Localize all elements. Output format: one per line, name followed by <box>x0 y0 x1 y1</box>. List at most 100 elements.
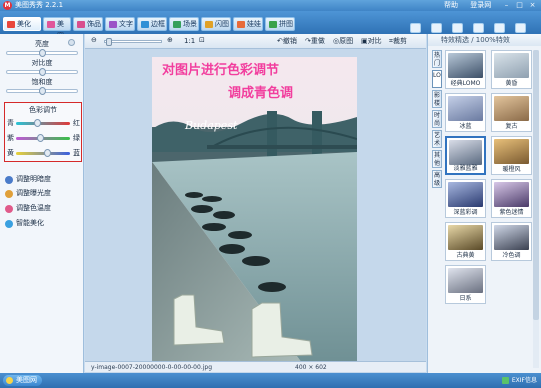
photo-canvas[interactable]: 对图片进行色彩调节 调成青色调 Budapest <box>152 57 357 363</box>
tab-lomo[interactable]: LOMO <box>432 70 442 88</box>
effect-thumb[interactable]: 冷色调 <box>491 222 532 261</box>
slider-thumb[interactable] <box>39 87 46 95</box>
title-bar: M 美图秀秀 2.2.1 帮助 登录网 – □ × <box>0 0 541 11</box>
fit-window-icon[interactable]: ⊡ <box>199 36 205 45</box>
undo-button[interactable]: ↶撤销 <box>277 37 297 46</box>
effect-preview <box>448 96 483 121</box>
maximize-button[interactable]: □ <box>514 1 525 10</box>
magenta-green-slider: 紫 绿 <box>7 134 80 144</box>
exif-label: EXIF信息 <box>511 377 537 384</box>
slider-track[interactable] <box>6 87 78 95</box>
preview-icon <box>473 23 484 33</box>
effect-name: 冷色调 <box>502 252 521 259</box>
slider-thumb[interactable] <box>37 134 44 142</box>
effect-thumb[interactable]: 紫色迷情 <box>491 179 532 218</box>
minimize-button[interactable]: – <box>501 1 512 10</box>
effect-thumb[interactable]: 暖橙风 <box>491 136 532 175</box>
effect-item-exposure[interactable]: 调整曝光度 <box>5 189 51 198</box>
effect-thumb[interactable]: 古典黄 <box>445 222 486 261</box>
effect-label: 调整色温度 <box>16 204 51 212</box>
yellow-blue-slider: 黄 蓝 <box>7 149 80 159</box>
effect-name: 暖橙风 <box>502 166 521 173</box>
zoom-in-icon[interactable]: ⊕ <box>167 36 173 45</box>
image-overlay-line2: 调成青色调 <box>228 85 293 101</box>
compare-label: 对比 <box>367 37 382 45</box>
tab-label: 拼图 <box>279 20 293 28</box>
slider-thumb[interactable] <box>44 149 51 157</box>
brightness-slider: 亮度 <box>6 39 78 57</box>
redo-button[interactable]: ↷重做 <box>305 37 325 46</box>
zoom-actual-size[interactable]: 1:1 <box>184 37 195 46</box>
effect-preview <box>448 225 483 250</box>
effects-scrollbar[interactable] <box>533 50 539 368</box>
crop-button[interactable]: ⌗裁剪 <box>389 37 407 46</box>
canvas-area: ⊖ ⊕ 1:1 ⊡ ↶撤销 ↷重做 ◎原图 ▣对比 ⌗裁剪 对图片进行色彩调节 … <box>85 34 426 373</box>
tab-art[interactable]: 艺术 <box>432 130 442 148</box>
slider-track[interactable] <box>6 68 78 76</box>
effect-thumb[interactable]: 日系 <box>445 265 486 304</box>
red-label: 红 <box>73 119 80 127</box>
effect-item-temperature[interactable]: 调整色温度 <box>5 204 51 213</box>
effect-thumb[interactable]: 冰蓝 <box>445 93 486 132</box>
crop-label: 裁剪 <box>392 37 407 45</box>
tab-beautify[interactable]: 美化 <box>3 17 41 31</box>
login-link[interactable]: 登录网 <box>470 1 491 9</box>
slider-track[interactable] <box>16 134 70 142</box>
tab-studio[interactable]: 影楼 <box>432 90 442 108</box>
tab-advanced[interactable]: 高级 <box>432 170 442 188</box>
close-button[interactable]: × <box>527 1 538 10</box>
effect-preview <box>448 182 483 207</box>
tab-flash[interactable]: 闪图 <box>201 17 231 31</box>
tab-collage[interactable]: 拼图 <box>265 17 295 31</box>
tab-text[interactable]: 文字 <box>105 17 135 31</box>
collage-icon <box>269 21 277 28</box>
tab-fashion[interactable]: 时尚 <box>432 110 442 128</box>
tab-accessories[interactable]: 饰品 <box>73 17 103 31</box>
zoom-thumb[interactable] <box>106 38 112 46</box>
slider-thumb[interactable] <box>34 119 41 127</box>
magenta-label: 紫 <box>7 134 14 142</box>
brightness-icon <box>5 176 13 184</box>
effect-item-smart[interactable]: 智能美化 <box>5 219 44 228</box>
effects-panel: 特效精选 / 100%特效 热门 LOMO 影楼 时尚 艺术 其他 高级 经典L… <box>427 34 541 373</box>
tab-border[interactable]: 边框 <box>137 17 167 31</box>
yellow-label: 黄 <box>7 149 14 157</box>
saturation-label: 饱和度 <box>31 78 53 86</box>
original-button[interactable]: ◎原图 <box>333 37 353 46</box>
slider-track[interactable] <box>6 49 78 57</box>
cyan-red-slider: 青 红 <box>7 119 80 129</box>
tab-scene[interactable]: 场景 <box>169 17 199 31</box>
effect-preview <box>448 53 483 78</box>
effect-preview <box>494 182 529 207</box>
slider-thumb[interactable] <box>39 68 46 76</box>
effect-preview <box>494 53 529 78</box>
meitu-site-button[interactable]: 美图网 <box>3 375 42 386</box>
help-link[interactable]: 帮助 <box>444 1 458 9</box>
zoom-out-icon[interactable]: ⊖ <box>91 36 97 45</box>
slider-track[interactable] <box>16 119 70 127</box>
tab-hot[interactable]: 热门 <box>432 50 442 68</box>
effect-thumb-selected[interactable]: 淡雅蓝雅 <box>445 136 486 175</box>
zoom-slider[interactable] <box>104 38 162 46</box>
tab-cosmetic[interactable]: 美容 <box>43 17 71 40</box>
resize-icon <box>494 23 505 33</box>
border-icon <box>141 21 149 28</box>
effect-thumb[interactable]: 经典LOMO <box>445 50 486 89</box>
effect-thumb[interactable]: 黄昏 <box>491 50 532 89</box>
slider-thumb[interactable] <box>39 49 46 57</box>
effect-thumb[interactable]: 深蓝彩调 <box>445 179 486 218</box>
effect-label: 智能美化 <box>16 219 44 227</box>
exif-button[interactable]: EXIF信息 <box>501 376 537 385</box>
tab-doll[interactable]: 娃娃 <box>233 17 263 31</box>
save-icon <box>431 23 442 33</box>
effect-category-tabs: 热门 LOMO 影楼 时尚 艺术 其他 高级 <box>432 50 442 190</box>
color-balance-box: 色彩调节 青 红 紫 绿 黄 蓝 <box>4 102 82 162</box>
effect-thumb[interactable]: 复古 <box>491 93 532 132</box>
compare-button[interactable]: ▣对比 <box>361 37 382 46</box>
scrollbar-thumb[interactable] <box>533 50 539 320</box>
tab-other[interactable]: 其他 <box>432 150 442 168</box>
slider-track[interactable] <box>16 149 70 157</box>
image-size: 400 × 602 <box>295 364 327 371</box>
bottom-bar: 美图网 EXIF信息 <box>0 373 541 388</box>
effect-item-brightness[interactable]: 调整明暗度 <box>5 175 51 184</box>
